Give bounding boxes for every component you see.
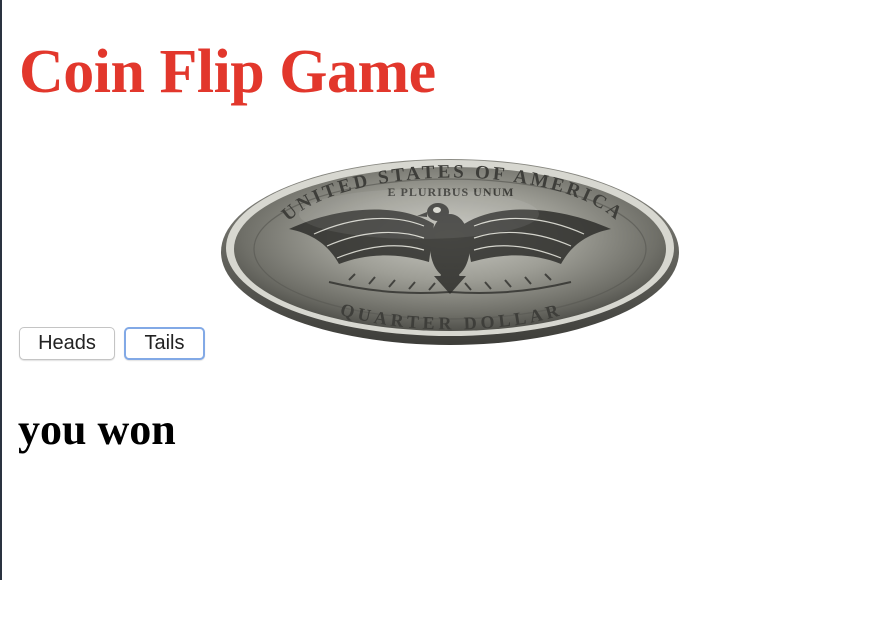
coin-highlight: [299, 189, 539, 239]
page-title: Coin Flip Game: [19, 38, 436, 106]
result-message: you won: [18, 405, 176, 454]
heads-button[interactable]: Heads: [19, 327, 115, 360]
quarter-coin-tails-eagle-icon: UNITED STATES OF AMERICA E PLURIBUS UNUM…: [221, 159, 679, 345]
tails-button[interactable]: Tails: [124, 327, 205, 360]
window-left-edge: [0, 0, 2, 580]
